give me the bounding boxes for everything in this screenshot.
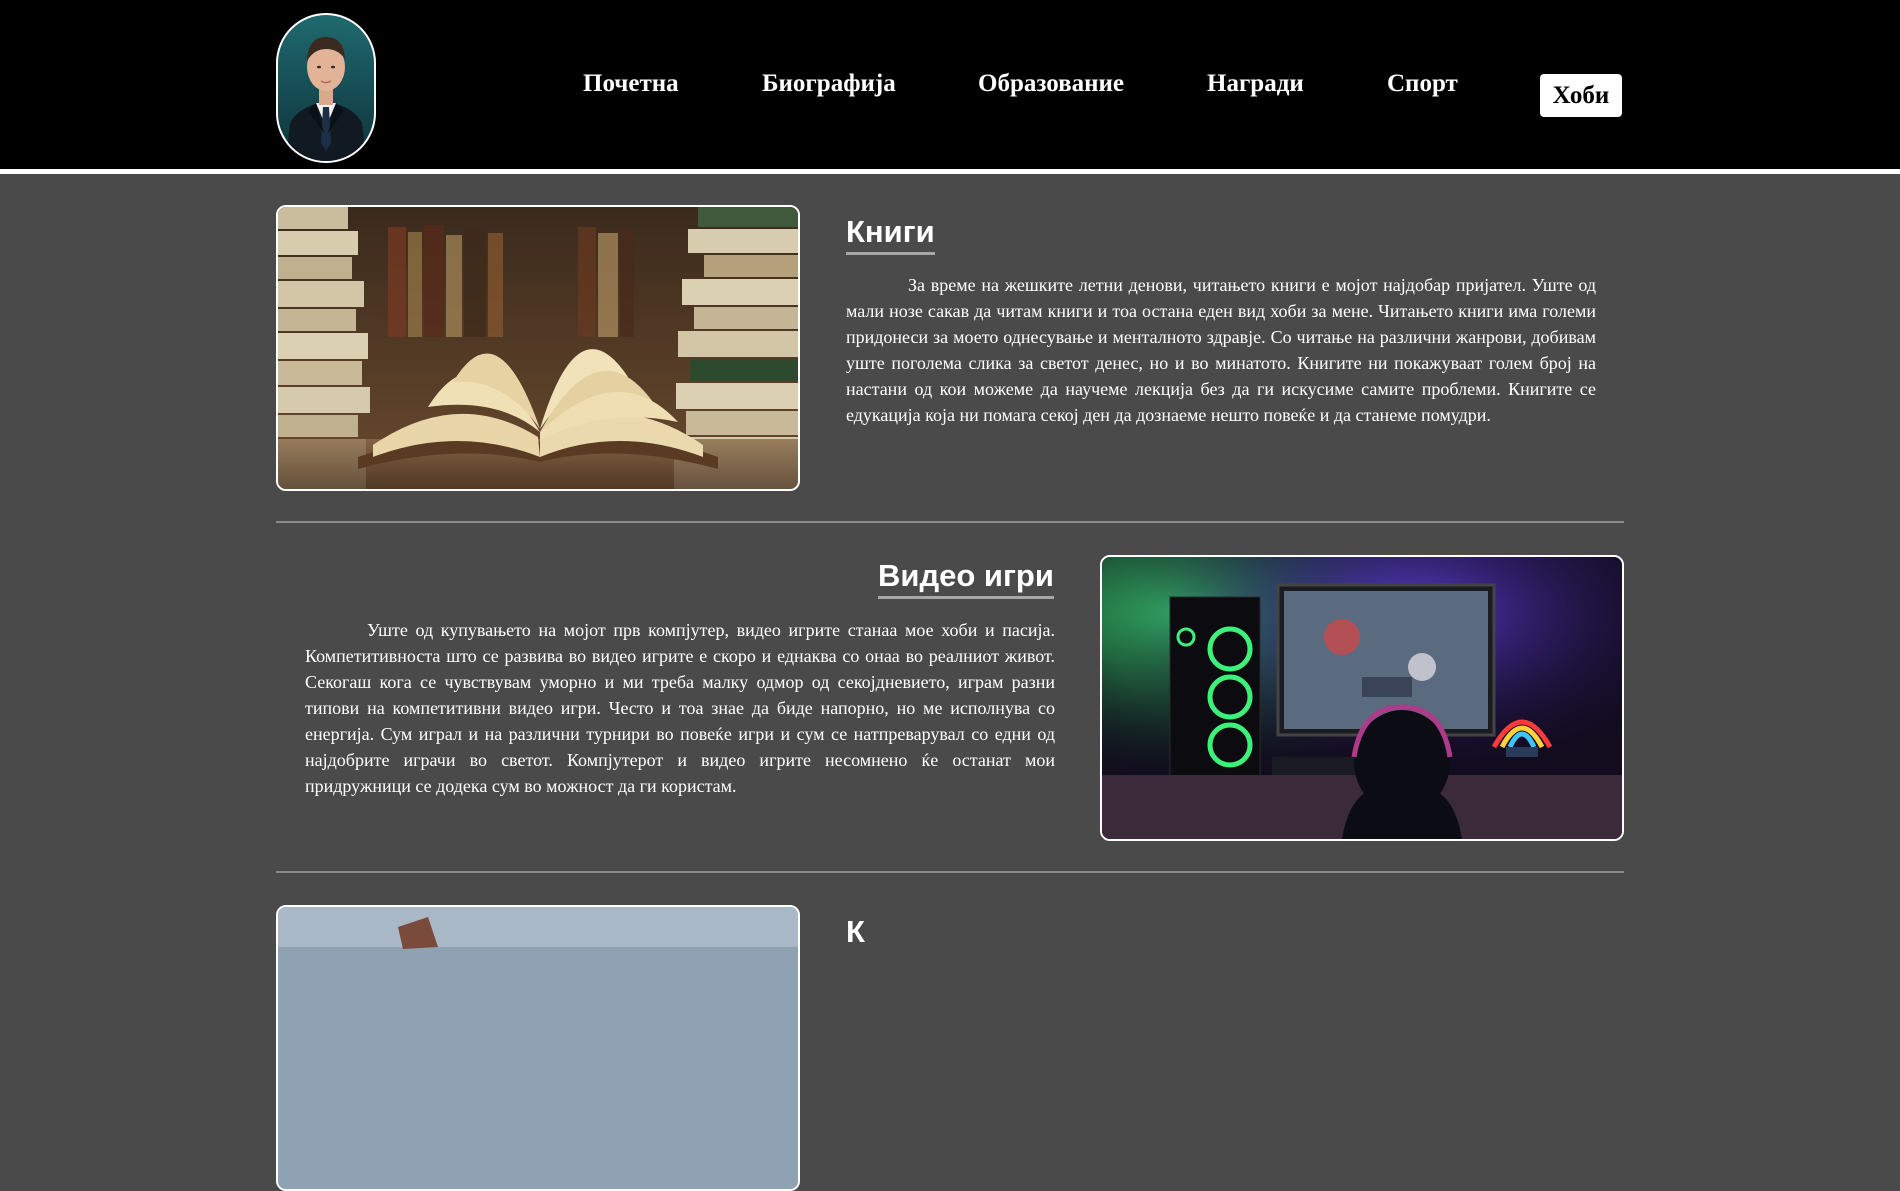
books-image bbox=[276, 205, 800, 491]
books-photo bbox=[278, 207, 798, 489]
third-section-image bbox=[276, 905, 800, 1191]
nav-item-sport[interactable]: Спорт bbox=[1387, 70, 1458, 98]
gaming-setup-photo bbox=[1102, 557, 1622, 839]
section-text-video-games: Уште од купувањето на мојот прв компјуте… bbox=[305, 620, 1055, 796]
landscape-photo bbox=[278, 907, 798, 1189]
nav-item-education[interactable]: Образование bbox=[978, 70, 1124, 98]
section-title-books: Книги bbox=[846, 214, 935, 255]
section-divider bbox=[276, 521, 1624, 523]
nav-item-awards[interactable]: Награди bbox=[1207, 70, 1304, 98]
section-divider bbox=[276, 871, 1624, 873]
main-nav: Почетна Биографија Образование Награди С… bbox=[0, 0, 1900, 170]
site-header: Почетна Биографија Образование Награди С… bbox=[0, 0, 1900, 174]
section-title-video-games: Видео игри bbox=[878, 558, 1054, 599]
section-text-books: За време на жешките летни денови, читање… bbox=[846, 275, 1596, 425]
video-games-image bbox=[1100, 555, 1624, 841]
nav-item-home[interactable]: Почетна bbox=[583, 70, 679, 98]
nav-item-biography[interactable]: Биографија bbox=[762, 70, 896, 98]
section-title-third: К bbox=[846, 914, 865, 949]
nav-item-hobby-active[interactable]: Хоби bbox=[1540, 74, 1622, 117]
